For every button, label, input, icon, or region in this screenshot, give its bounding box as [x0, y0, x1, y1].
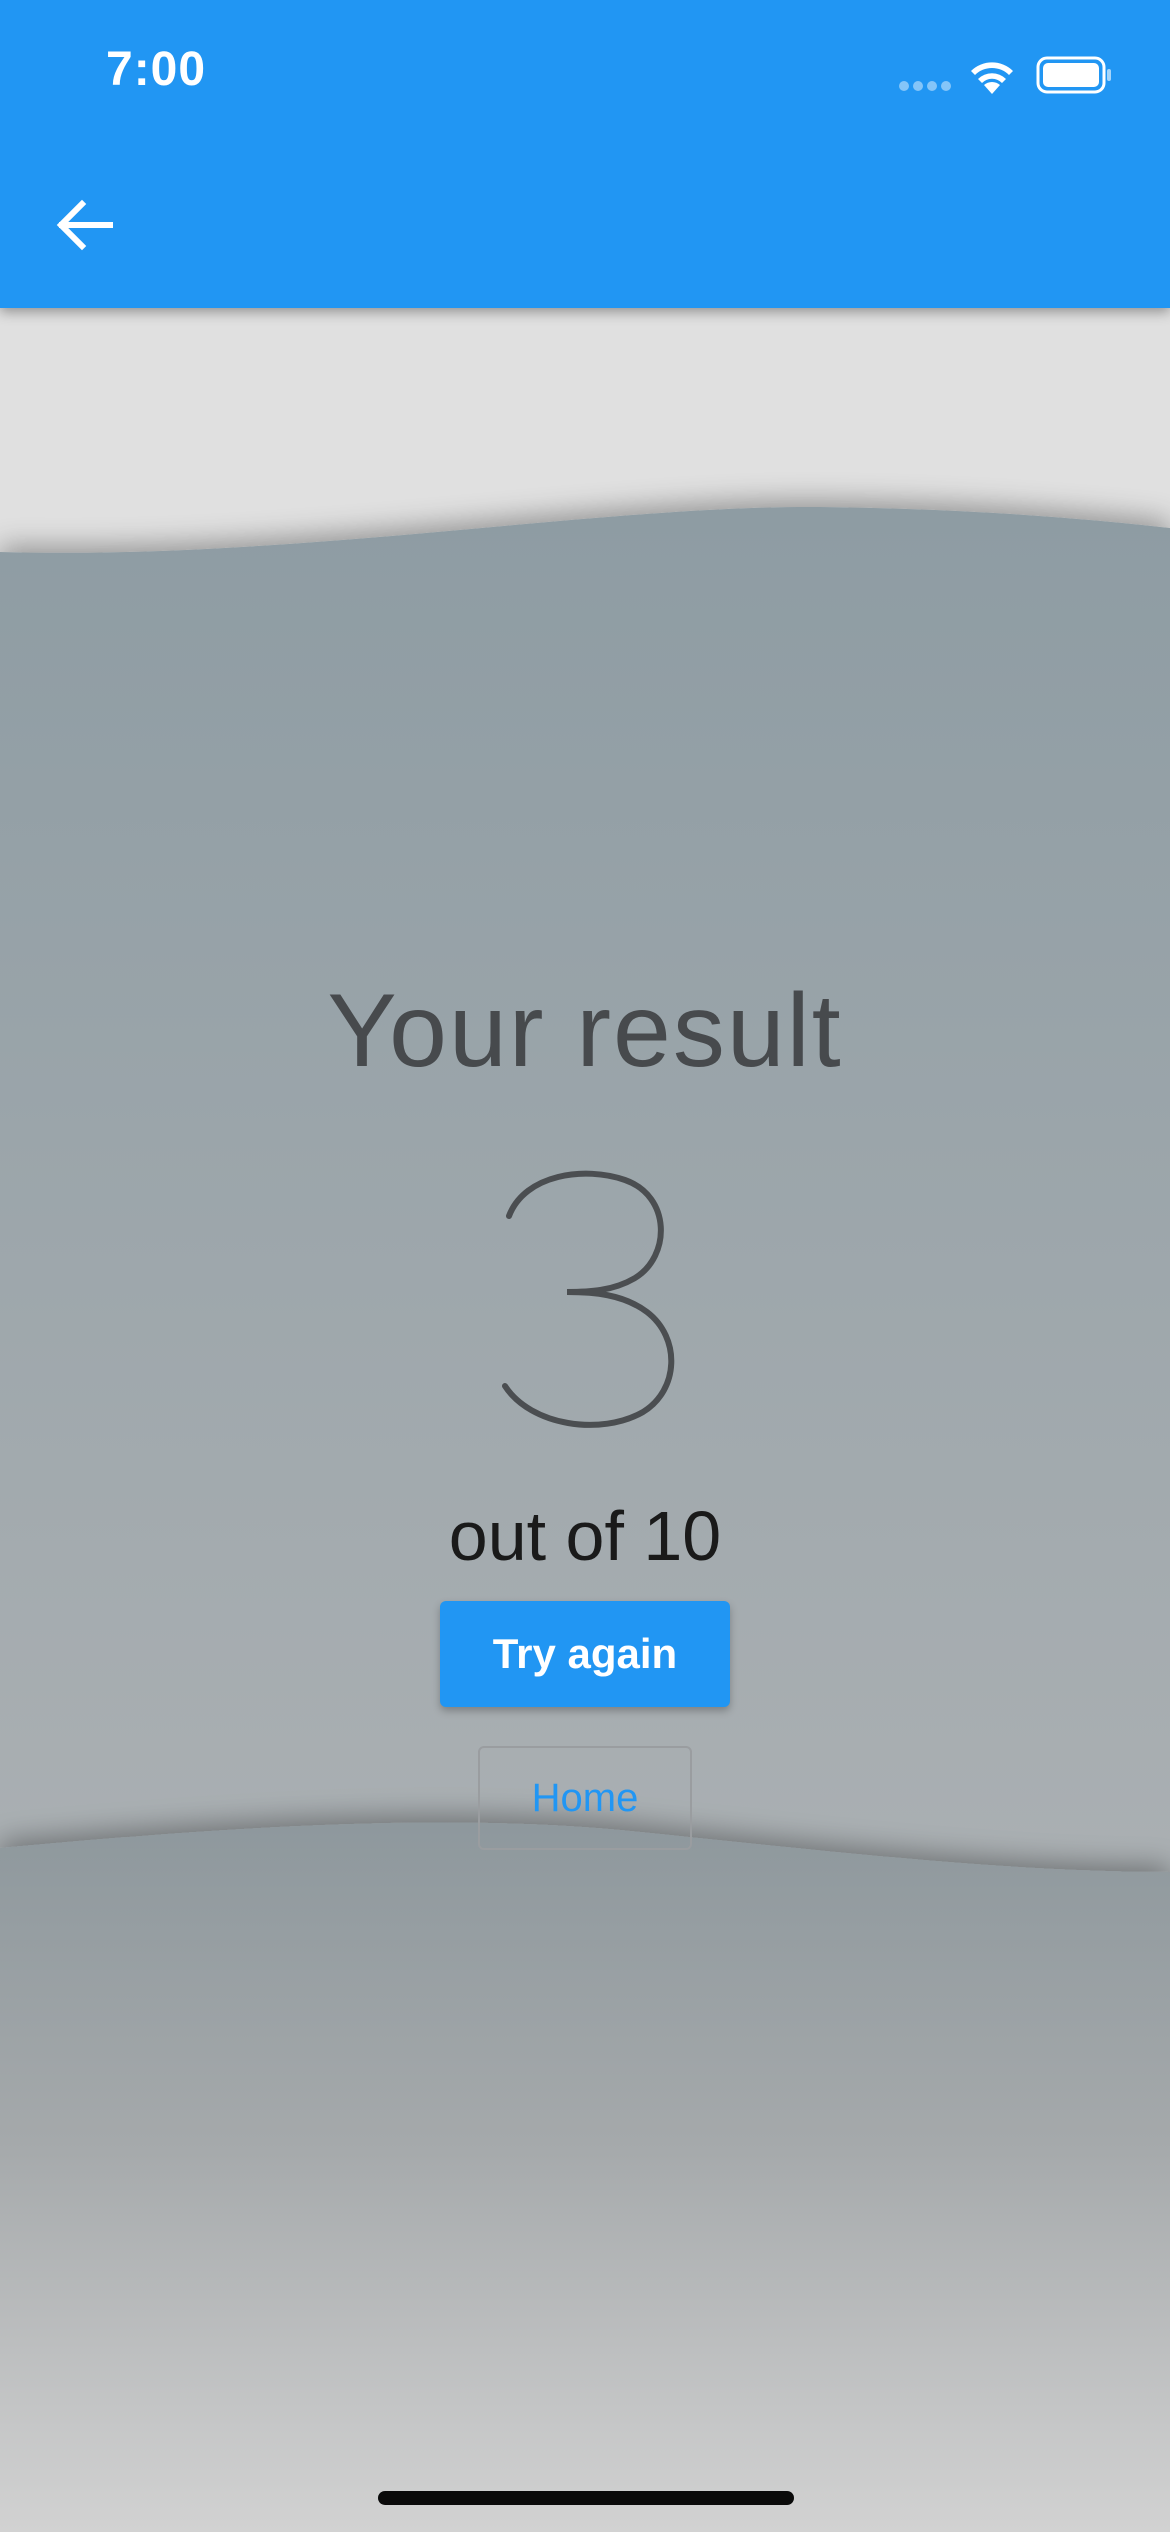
- home-button[interactable]: Home: [478, 1746, 692, 1850]
- score-total: out of 10: [448, 1497, 722, 1575]
- battery-icon: [1036, 56, 1111, 94]
- result-title: Your result: [327, 973, 843, 1089]
- score-digit-display: [502, 1170, 675, 1428]
- try-again-button[interactable]: Try again: [440, 1601, 730, 1707]
- wifi-icon: [971, 62, 1013, 94]
- status-time: 7:00: [106, 43, 207, 96]
- app-bar: 7:00: [0, 0, 1170, 308]
- lower-wave: [0, 1822, 1170, 2532]
- status-icons: [899, 56, 1111, 94]
- back-arrow-icon[interactable]: [40, 180, 130, 270]
- signal-icon: [899, 81, 951, 91]
- home-indicator: [378, 2491, 794, 2505]
